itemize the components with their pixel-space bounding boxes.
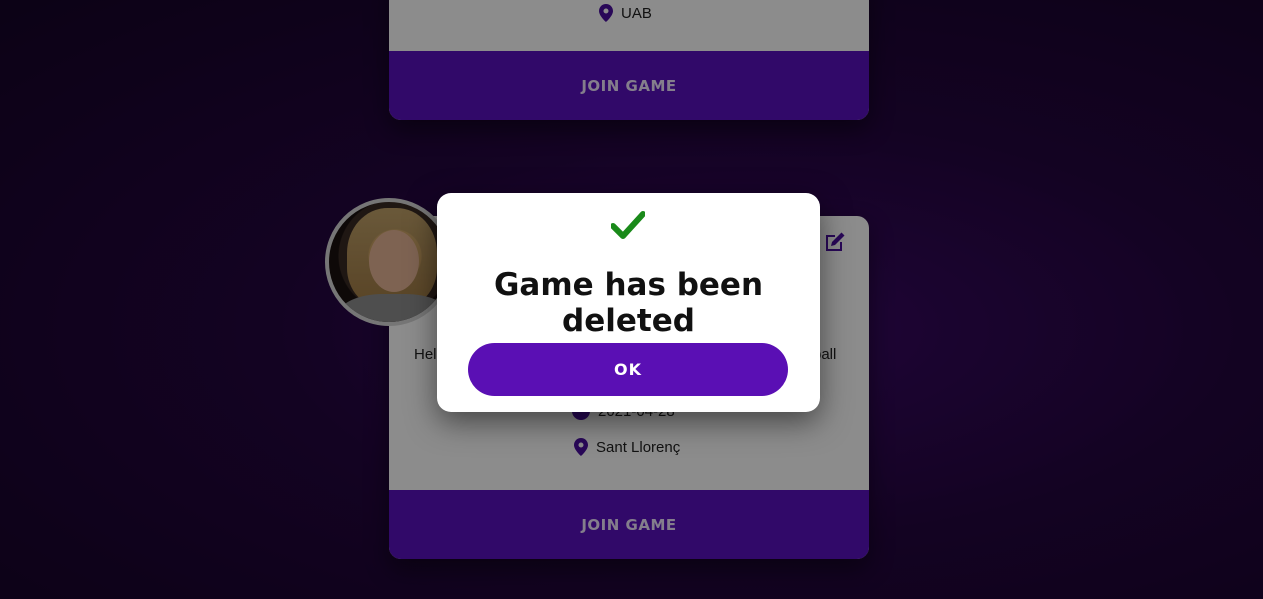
success-dialog: Game has been deleted OK (437, 193, 820, 412)
dialog-title: Game has been deleted (493, 267, 764, 339)
games-page: UAB JOIN GAME Hel ball 2021-04-28 Sant L… (0, 0, 1263, 599)
ok-button[interactable]: OK (468, 343, 788, 396)
check-icon (611, 211, 645, 239)
